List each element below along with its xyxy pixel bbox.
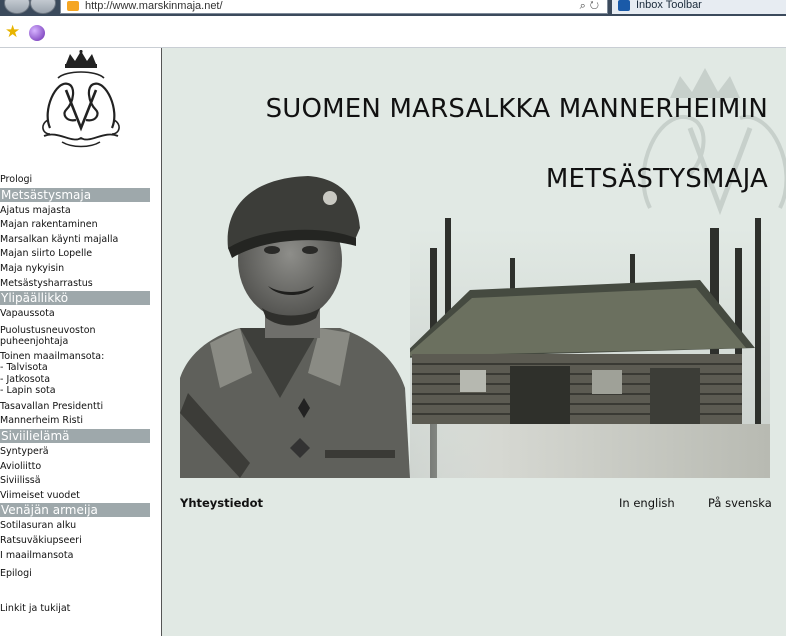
nav-link[interactable]: Viimeiset vuodet <box>0 489 150 504</box>
nav-link[interactable]: Maja nykyisin <box>0 262 150 277</box>
site-favicon-icon <box>67 1 79 11</box>
nav-link[interactable]: Majan rakentaminen <box>0 218 150 233</box>
search-refresh-icon[interactable]: ⌕↻ <box>580 0 603 12</box>
nav-section-civil-life: Siviilielämä <box>0 428 150 443</box>
nav-section-hunting-lodge: Metsästysmaja <box>0 187 150 202</box>
nav-link[interactable]: Siviilissä <box>0 474 150 489</box>
nav-link[interactable]: Puolustusneuvoston puheenjohtaja <box>0 325 150 348</box>
nav-link[interactable]: I maailmansota <box>0 549 150 564</box>
nav-section-russian-army: Venäjän armeija <box>0 503 150 518</box>
nav-link[interactable]: Majan siirto Lopelle <box>0 247 150 262</box>
forward-button[interactable] <box>30 0 56 14</box>
browser-toolbar: http://www.marskinmaja.net/ ⌕↻ Inbox Too… <box>0 0 786 16</box>
nav-link[interactable]: Toinen maailmansota: - Talvisota - Jatko… <box>0 351 150 397</box>
inbox-toolbar[interactable]: Inbox Toolbar <box>612 0 786 14</box>
nav-link[interactable]: Mannerheim Risti <box>0 414 150 429</box>
favorites-bar: ★ <box>0 16 786 48</box>
nav-link[interactable]: Sotilasuran alku <box>0 519 150 534</box>
nav-link-epilogue[interactable]: Epilogi <box>0 567 150 582</box>
nav-link[interactable]: Syntyperä <box>0 445 150 460</box>
nav-section-commander: Ylipäällikkö <box>0 291 150 306</box>
swedish-link[interactable]: På svenska <box>708 496 772 510</box>
address-text: http://www.marskinmaja.net/ <box>85 0 223 12</box>
nav-link-prologue[interactable]: Prologi <box>0 173 150 188</box>
orb-icon[interactable] <box>29 25 45 41</box>
inbox-toolbar-label: Inbox Toolbar <box>636 0 702 11</box>
nav-link[interactable]: Ratsuväkiupseeri <box>0 534 150 549</box>
nav-link[interactable]: Tasavallan Presidentti <box>0 400 150 415</box>
address-bar[interactable]: http://www.marskinmaja.net/ ⌕↻ <box>60 0 608 14</box>
inbox-logo-icon <box>618 0 630 11</box>
contact-link[interactable]: Yhteystiedot <box>180 496 263 510</box>
hero-photo-collage <box>180 158 770 478</box>
nav-link[interactable]: Metsästysharrastus <box>0 277 150 292</box>
web-page: Prologi Metsästysmaja Ajatus majasta Majan … <box>0 48 786 636</box>
back-button[interactable] <box>4 0 30 14</box>
nav-link[interactable]: Avioliitto <box>0 460 150 475</box>
page-title-line1: SUOMEN MARSALKKA MANNERHEIMIN <box>265 94 768 124</box>
star-icon[interactable]: ★ <box>5 23 20 41</box>
nav-link[interactable]: Marsalkan käynti majalla <box>0 233 150 248</box>
sidebar: Prologi Metsästysmaja Ajatus majasta Majan … <box>0 48 162 636</box>
english-link[interactable]: In english <box>619 496 675 510</box>
side-navigation: Prologi Metsästysmaja Ajatus majasta Majan … <box>0 173 150 616</box>
nav-link-links-supporters[interactable]: Linkit ja tukijat <box>0 602 150 617</box>
nav-link[interactable]: Ajatus majasta <box>0 204 150 219</box>
crowned-monogram-logo <box>42 50 120 148</box>
nav-link[interactable]: Vapaussota <box>0 307 150 322</box>
